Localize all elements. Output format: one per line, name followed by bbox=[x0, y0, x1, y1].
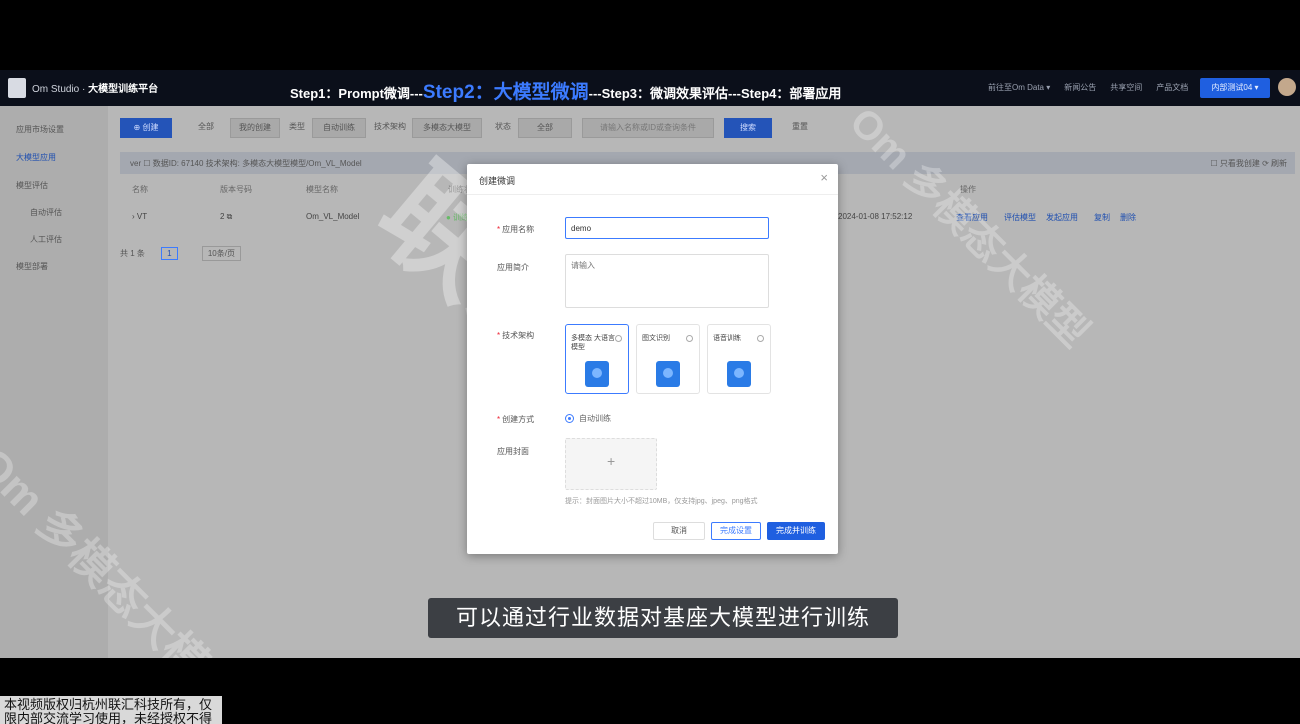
filter-summary-text: ver ☐ 数据ID: 67140 技术架构: 多模态大模型模型/Om_VL_M… bbox=[130, 159, 362, 168]
create-button[interactable]: ⊕ 创建 bbox=[120, 118, 172, 138]
pager-page-1[interactable]: 1 bbox=[161, 247, 178, 260]
filter-my-created[interactable]: 我的创建 bbox=[230, 118, 280, 138]
row-time: 2024-01-08 17:52:12 bbox=[838, 212, 913, 221]
sidebar-item-manual-eval[interactable]: 人工评估 bbox=[30, 234, 62, 245]
help-icon bbox=[757, 335, 764, 342]
top-black-band bbox=[0, 0, 1300, 70]
search-input[interactable]: 请输入名称或ID或查询条件 bbox=[582, 118, 714, 138]
header-link-space[interactable]: 共享空间 bbox=[1110, 82, 1142, 93]
account-button[interactable]: 内部测试04 ▾ bbox=[1200, 78, 1270, 98]
create-finetune-modal: 创建微调 × *应用名称 应用简介 *技术架构 多模态 大语言模型 图文识别 语… bbox=[467, 164, 838, 554]
multimodal-icon bbox=[585, 361, 609, 387]
header-link-omdata[interactable]: 前往至Om Data ▾ bbox=[988, 82, 1050, 93]
app-header: Om Studio · 大模型训练平台 Step1：Prompt微调---Ste… bbox=[0, 70, 1300, 106]
col-actions: 操作 bbox=[960, 185, 976, 194]
type-label: 类型 bbox=[289, 122, 305, 131]
filter-all[interactable]: 全部 bbox=[190, 118, 222, 136]
row-model: Om_VL_Model bbox=[306, 212, 360, 221]
type-select[interactable]: 自动训练 bbox=[312, 118, 366, 138]
row-action-copy[interactable]: 复制 bbox=[1094, 212, 1110, 223]
brand-name: Om Studio · bbox=[32, 84, 86, 95]
sidebar: 应用市场设置 大模型应用 模型评估 自动评估 人工评估 模型部署 bbox=[0, 106, 108, 658]
name-label: * 应用名称 bbox=[497, 225, 535, 234]
step1-text: Step1：Prompt微调--- bbox=[290, 86, 423, 101]
filter-right-tools[interactable]: ☐ 只看我创建 ⟳ 刷新 bbox=[1210, 158, 1287, 169]
pager-size-select[interactable]: 10条/页 bbox=[201, 246, 241, 261]
tech-card-image-text[interactable]: 图文识别 bbox=[636, 324, 700, 394]
app-desc-textarea[interactable] bbox=[565, 254, 769, 308]
avatar[interactable] bbox=[1278, 78, 1296, 96]
status-select[interactable]: 全部 bbox=[518, 118, 572, 138]
sidebar-item-llm-app[interactable]: 大模型应用 bbox=[16, 152, 56, 163]
mode-label: * 创建方式 bbox=[497, 415, 535, 424]
row-name[interactable]: › VT bbox=[132, 212, 147, 221]
desc-label: 应用简介 bbox=[497, 263, 529, 272]
sidebar-item-market[interactable]: 应用市场设置 bbox=[16, 124, 64, 135]
cover-label: 应用封面 bbox=[497, 447, 529, 456]
video-subtitle: 可以通过行业数据对基座大模型进行训练 bbox=[428, 598, 898, 638]
app-logo-icon bbox=[8, 78, 26, 98]
row-action-launch[interactable]: 发起应用 bbox=[1046, 212, 1078, 223]
pager-total: 共 1 条 bbox=[120, 249, 145, 258]
status-label: 状态 bbox=[495, 122, 511, 131]
step3-text: ---Step3：微调效果评估---Step4：部署应用 bbox=[588, 86, 842, 101]
sidebar-item-deploy[interactable]: 模型部署 bbox=[16, 261, 48, 272]
upload-hint: 提示：封面图片大小不超过10MB，仅支持jpg、jpeg、png格式 bbox=[565, 498, 758, 505]
auto-train-label: 自动训练 bbox=[579, 414, 611, 423]
tech-label: * 技术架构 bbox=[497, 331, 535, 340]
modal-title: 创建微调 bbox=[479, 176, 516, 186]
copyright-notice: 本视频版权归杭州联汇科技所有，仅限内部交流学习使用，未经授权不得转载 bbox=[0, 696, 222, 724]
tech-card-image-text-label: 图文识别 bbox=[642, 335, 670, 342]
row-action-eval[interactable]: 评估模型 bbox=[1004, 212, 1036, 223]
steps-banner: Step1：Prompt微调---Step2：大模型微调---Step3：微调效… bbox=[290, 77, 841, 104]
cancel-button[interactable]: 取消 bbox=[653, 522, 705, 540]
header-links: 前往至Om Data ▾ 新闻公告 共享空间 产品文档 bbox=[988, 82, 1188, 93]
finish-and-train-button[interactable]: 完成并训练 bbox=[767, 522, 825, 540]
tech-card-multimodal-label: 多模态 大语言模型 bbox=[571, 335, 615, 351]
sidebar-item-evaluation[interactable]: 模型评估 bbox=[16, 180, 48, 191]
col-version: 版本号码 bbox=[220, 185, 252, 194]
col-model: 模型名称 bbox=[306, 185, 338, 194]
pagination: 共 1 条 1 10条/页 bbox=[120, 246, 241, 261]
header-link-docs[interactable]: 产品文档 bbox=[1156, 82, 1188, 93]
speech-icon bbox=[727, 361, 751, 387]
row-status: ● 训练 bbox=[446, 213, 470, 222]
row-action-delete[interactable]: 删除 bbox=[1120, 212, 1136, 223]
finish-setup-button[interactable]: 完成设置 bbox=[711, 522, 761, 540]
tech-card-multimodal[interactable]: 多模态 大语言模型 bbox=[565, 324, 629, 394]
col-name: 名称 bbox=[132, 185, 148, 194]
step2-text: Step2：大模型微调 bbox=[422, 82, 589, 103]
auto-train-radio[interactable] bbox=[565, 414, 574, 423]
tech-select[interactable]: 多模态大模型 bbox=[412, 118, 482, 138]
tech-label: 技术架构 bbox=[374, 122, 406, 131]
help-icon bbox=[615, 335, 622, 342]
cover-upload[interactable] bbox=[565, 438, 657, 490]
sidebar-item-auto-eval[interactable]: 自动评估 bbox=[30, 207, 62, 218]
row-version: 2 ⧉ bbox=[220, 212, 233, 221]
search-button[interactable]: 搜索 bbox=[724, 118, 772, 138]
close-icon[interactable]: × bbox=[820, 170, 828, 185]
brand: Om Studio · 大模型训练平台 bbox=[32, 80, 158, 95]
tech-card-speech[interactable]: 语音训练 bbox=[707, 324, 771, 394]
modal-divider bbox=[467, 194, 838, 195]
header-link-news[interactable]: 新闻公告 bbox=[1064, 82, 1096, 93]
help-icon bbox=[686, 335, 693, 342]
app-name-input[interactable] bbox=[565, 217, 769, 239]
brand-title: 大模型训练平台 bbox=[88, 84, 159, 95]
image-text-icon bbox=[656, 361, 680, 387]
reset-button[interactable]: 重置 bbox=[780, 118, 820, 136]
tech-card-speech-label: 语音训练 bbox=[713, 335, 741, 342]
row-action-view[interactable]: 查看应用 bbox=[956, 212, 988, 223]
